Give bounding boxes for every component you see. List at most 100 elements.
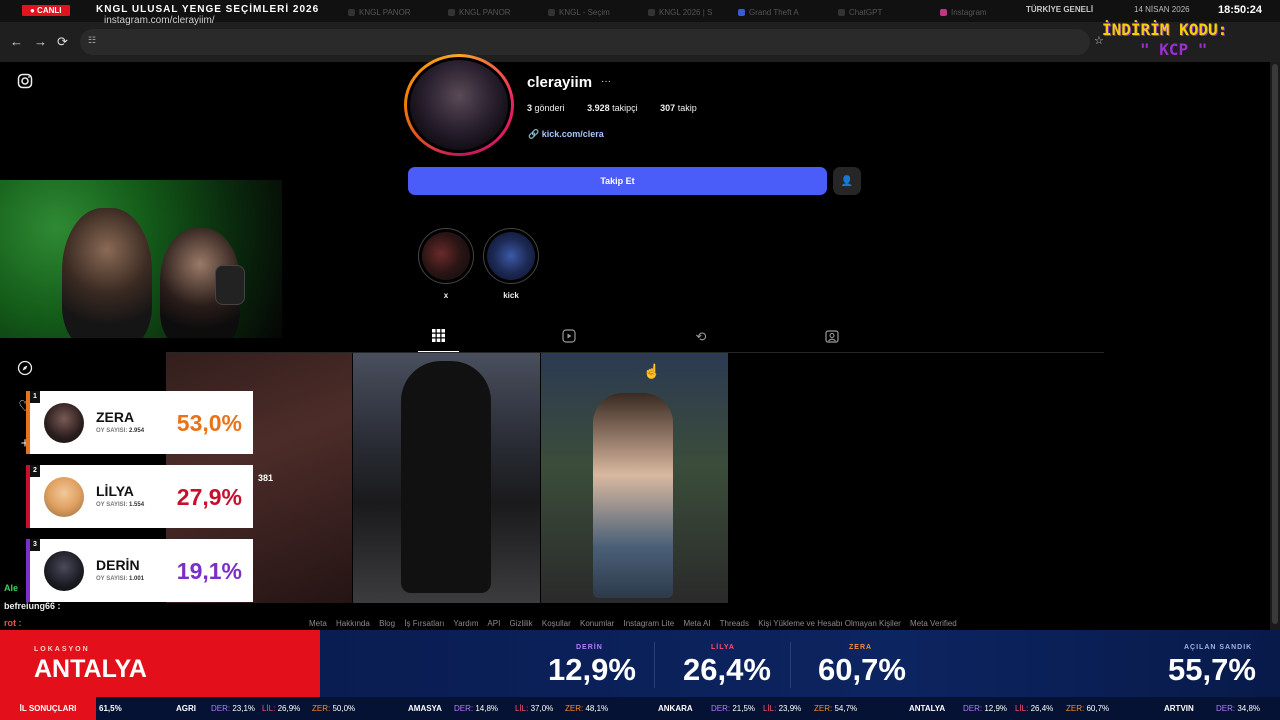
reels-icon[interactable] xyxy=(561,329,577,345)
forward-arrow-icon[interactable]: → xyxy=(34,34,47,49)
ticker-city: AMASYA xyxy=(408,704,442,713)
ticker-lil: LİL: 37,0% xyxy=(515,704,554,713)
candidate-label: ZERA xyxy=(849,644,873,651)
ticker-lil: LİL: 26,9% xyxy=(262,704,301,713)
chat-message: rot : xyxy=(4,618,22,628)
chat-message: Ale xyxy=(4,583,18,593)
candidate-percentage: 19,1% xyxy=(176,558,242,584)
post-thumbnail[interactable] xyxy=(541,353,728,603)
promo-code-value: " KCP " xyxy=(1140,40,1208,59)
browser-tab[interactable]: ChatGPT xyxy=(838,8,882,17)
footer-link[interactable]: Hakkında xyxy=(336,619,370,628)
chat-user: Ale xyxy=(4,583,19,593)
microphone-icon xyxy=(215,265,245,305)
browser-tab[interactable]: KNGL - Seçim xyxy=(548,8,610,17)
leaderboard-rank: 1 xyxy=(30,391,40,403)
post-figure xyxy=(593,393,673,598)
tagged-icon[interactable] xyxy=(824,329,840,345)
reposts-icon[interactable]: ⟲ xyxy=(693,329,709,345)
candidate-label: LİLYA xyxy=(711,644,735,651)
browser-tab[interactable]: KNGL PANOR xyxy=(448,8,511,17)
highlight-label: x xyxy=(443,291,449,300)
leaderboard-rank: 2 xyxy=(30,465,40,477)
ticker-zer: ZER: 48,1% xyxy=(565,704,609,713)
footer-link[interactable]: Threads xyxy=(720,619,749,628)
post-figure xyxy=(401,361,491,593)
footer-link[interactable]: Blog xyxy=(379,619,395,628)
date-label: 14 NİSAN 2026 xyxy=(1134,5,1190,14)
ticker-city: AGRI xyxy=(176,704,196,713)
posts-grid-icon[interactable] xyxy=(430,329,446,345)
candidate-result: 60,7% xyxy=(818,652,906,687)
highlight-thumbnail xyxy=(487,232,535,280)
back-arrow-icon[interactable]: ← xyxy=(10,34,23,49)
bio-link[interactable]: 🔗 kick.com/clera xyxy=(528,129,604,140)
candidate-result: 12,9% xyxy=(548,652,636,687)
instagram-logo-icon[interactable] xyxy=(16,73,34,91)
ticker-value: 61,5% xyxy=(99,704,122,713)
highlight-thumbnail xyxy=(422,232,470,280)
post-thumbnail[interactable] xyxy=(353,353,540,603)
footer-link[interactable]: Meta AI xyxy=(683,619,710,628)
divider xyxy=(654,642,655,688)
reload-icon[interactable]: ⟳ xyxy=(57,34,68,50)
tab-favicon-icon xyxy=(348,9,355,16)
address-bar: ← → ⟳ ☷ ☆ xyxy=(0,22,1280,62)
browser-tab[interactable]: KNGL 2026 | S xyxy=(648,8,712,17)
ticker-der: DER: 23,1% xyxy=(211,704,256,713)
leaderboard-rank: 3 xyxy=(30,539,40,551)
follow-button[interactable]: Takip Et xyxy=(408,167,827,195)
footer-link[interactable]: İş Fırsatları xyxy=(404,619,444,628)
site-info-icon[interactable]: ☷ xyxy=(88,35,96,46)
footer-link[interactable]: Meta xyxy=(309,619,327,628)
candidate-votes: OY SAYISI: 1.554 xyxy=(96,502,145,508)
footer-link[interactable]: Meta Verified xyxy=(910,619,957,628)
browser-tab[interactable]: Grand Theft A xyxy=(738,8,799,17)
highlight-label: kick xyxy=(503,291,519,300)
explore-compass-icon[interactable] xyxy=(16,360,34,378)
candidate-avatar xyxy=(44,477,84,517)
more-options-icon[interactable]: ··· xyxy=(601,76,611,87)
tab-favicon-icon xyxy=(448,9,455,16)
scrollbar-thumb[interactable] xyxy=(1272,64,1278,624)
footer-link[interactable]: Kişi Yükleme ve Hesabı Olmayan Kişiler xyxy=(758,619,901,628)
profile-avatar[interactable] xyxy=(407,57,511,153)
tab-favicon-icon xyxy=(648,9,655,16)
ticker-zer: ZER: 60,7% xyxy=(1066,704,1110,713)
location-label: LOKASYON xyxy=(34,646,90,653)
footer-link[interactable]: Yardım xyxy=(453,619,478,628)
candidate-label: DERİN xyxy=(576,644,603,651)
story-highlight-kick[interactable] xyxy=(483,228,539,284)
ticker-city: ANKARA xyxy=(658,704,693,713)
browser-tab[interactable]: KNGL PANOR xyxy=(348,8,411,17)
candidate-votes: OY SAYISI: 1.001 xyxy=(96,576,145,582)
live-badge: ● CANLI xyxy=(22,5,70,16)
promo-code-label: İNDİRİM KODU: xyxy=(1102,20,1228,39)
streamer-figure xyxy=(62,208,152,338)
footer-link[interactable]: Konumlar xyxy=(580,619,614,628)
candidate-name: ZERA xyxy=(96,409,135,425)
url-text: instagram.com/clerayiim/ xyxy=(104,15,215,26)
followers-stat[interactable]: 3.928 takipçi xyxy=(587,103,648,113)
candidate-name: LİLYA xyxy=(96,483,134,499)
browser-tab-active[interactable]: Instagram xyxy=(940,8,987,17)
suggested-users-button[interactable]: 👤 xyxy=(833,167,861,195)
following-stat[interactable]: 307 takip xyxy=(660,103,707,113)
footer-link[interactable]: API xyxy=(487,619,500,628)
add-person-icon: 👤 xyxy=(840,175,854,187)
chat-user: befreiung66 xyxy=(4,601,56,611)
election-title: KNGL ULUSAL YENGE SEÇİMLERİ 2026 xyxy=(96,4,320,15)
candidate-percentage: 27,9% xyxy=(176,484,242,510)
profile-username: clerayiim xyxy=(527,74,593,91)
story-highlight-x[interactable] xyxy=(418,228,474,284)
ticker-city: ANTALYA xyxy=(909,704,946,713)
ticker-der: DER: 34,8% xyxy=(1216,704,1261,713)
url-field[interactable] xyxy=(80,29,1090,55)
chat-user: rot xyxy=(4,618,16,628)
footer-link[interactable]: Koşullar xyxy=(542,619,571,628)
link-icon: 🔗 xyxy=(528,129,540,139)
instagram-favicon-icon xyxy=(940,9,947,16)
results-panel xyxy=(320,630,1280,697)
footer-link[interactable]: Gizlilik xyxy=(510,619,533,628)
footer-link[interactable]: Instagram Lite xyxy=(624,619,675,628)
